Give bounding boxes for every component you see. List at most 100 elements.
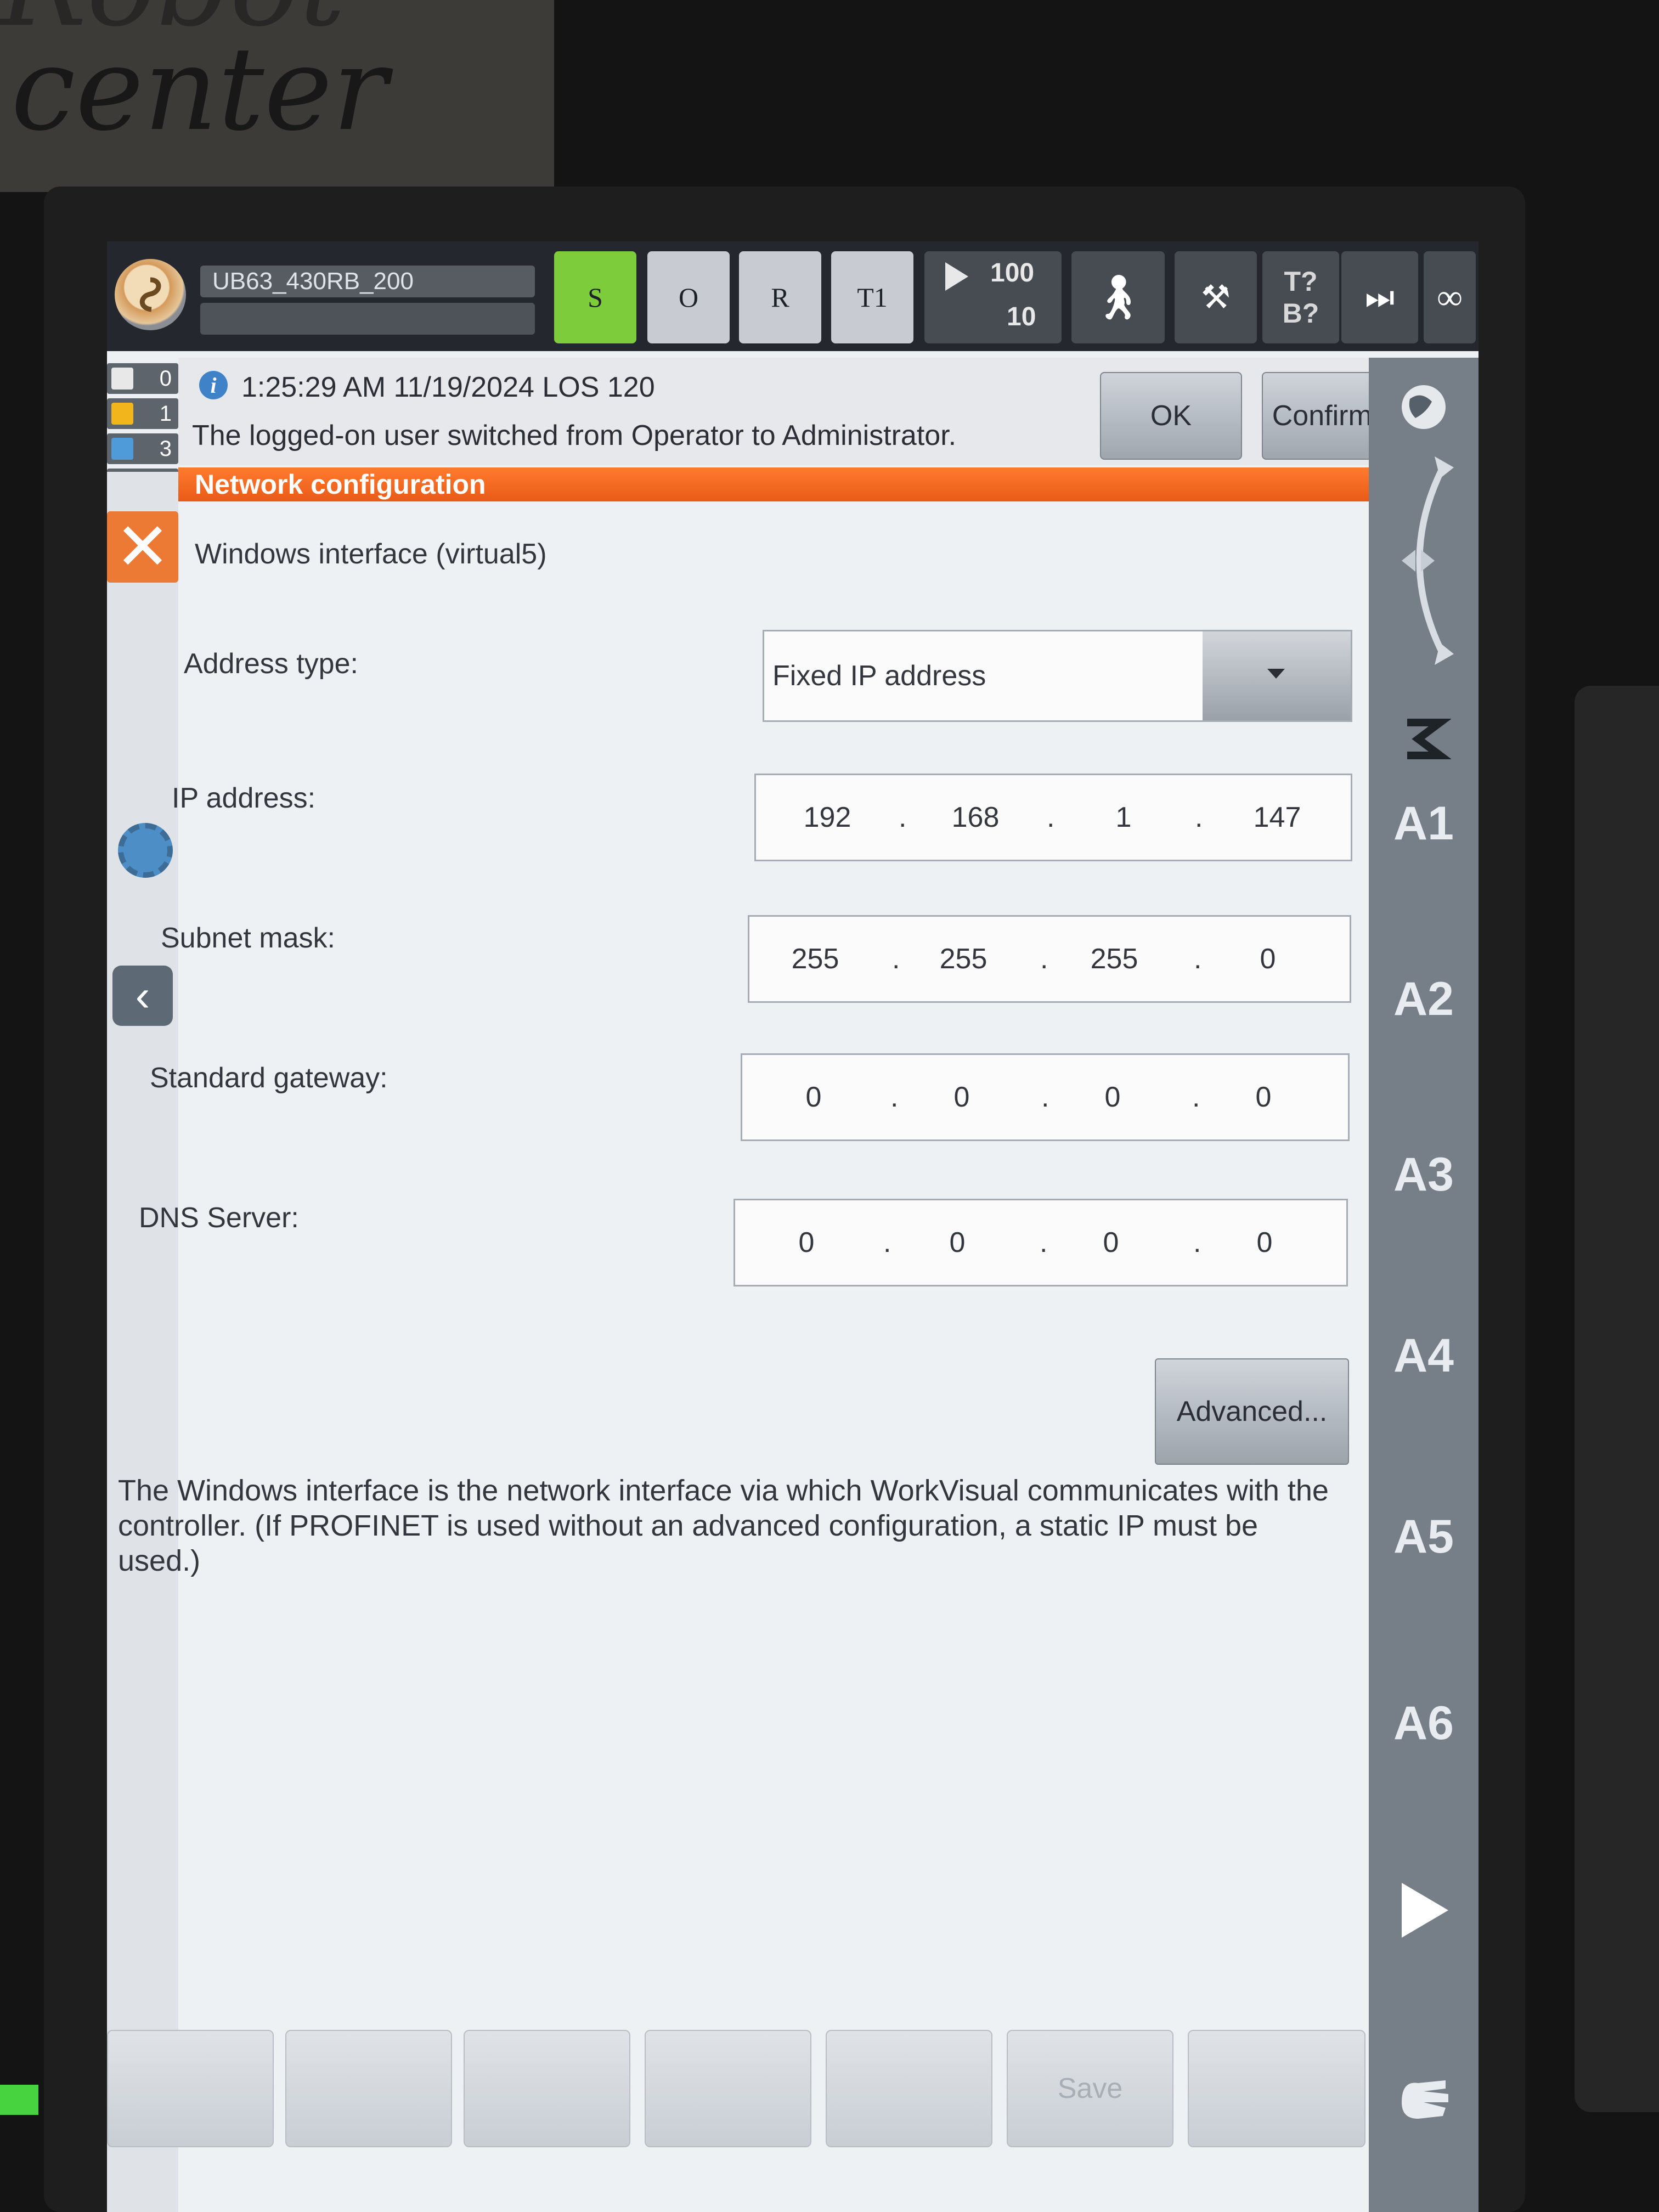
softkey-5[interactable]	[826, 2030, 992, 2147]
help-description: The Windows interface is the network int…	[118, 1474, 1329, 1577]
drives-button[interactable]: O	[647, 251, 730, 343]
octet-separator: .	[1047, 802, 1055, 833]
axis-a2-label: A2	[1393, 973, 1454, 1025]
info-icon: i	[199, 371, 228, 399]
smartpad-screen: UB63_430RB_200 S O R T1 100 10 🚶︎ ⚒ T? B…	[107, 241, 1479, 2212]
info-small-icon	[111, 438, 133, 460]
axis-a1-label: A1	[1393, 797, 1454, 850]
ip-octet-3[interactable]: 1	[1085, 775, 1162, 860]
base-indicator: B?	[1282, 298, 1319, 329]
octet-separator: .	[899, 802, 907, 833]
octet-separator: .	[1040, 1227, 1048, 1259]
play-icon	[945, 262, 968, 291]
ip-address-label: IP address:	[172, 782, 316, 814]
walking-figure-icon[interactable]: 🚶︎	[1071, 251, 1165, 343]
submit-interpreter-button[interactable]: S	[554, 251, 636, 343]
dns-octet-3[interactable]: 0	[1073, 1200, 1149, 1285]
dns-octet-4[interactable]: 0	[1226, 1200, 1303, 1285]
message-timestamp: 1:25:29 AM 11/19/2024 LOS 120	[241, 371, 655, 403]
sticker-line-2: center	[11, 22, 388, 156]
octet-separator: .	[890, 1081, 899, 1113]
octet-separator: .	[1192, 1081, 1200, 1113]
next-axes-arrow-icon[interactable]	[1396, 1877, 1451, 1943]
subnet-octet-2[interactable]: 255	[925, 917, 1002, 1001]
left-sidebar: ✕ ‹	[107, 472, 178, 2212]
interface-name: Windows interface (virtual5)	[195, 538, 547, 570]
jog-keys-bar: A1 A2 A3 A4 A5 A6	[1369, 358, 1479, 2212]
subnet-octet-4[interactable]: 0	[1229, 917, 1306, 1001]
message-window: i 1:25:29 AM 11/19/2024 LOS 120 The logg…	[178, 358, 1419, 465]
jog-mode-icon[interactable]	[1391, 456, 1457, 665]
ip-octet-4[interactable]: 147	[1239, 775, 1316, 860]
close-icon[interactable]: ✕	[107, 511, 178, 583]
axis-a6-label: A6	[1393, 1697, 1454, 1750]
octet-separator: .	[1040, 943, 1048, 975]
warning-icon	[111, 403, 133, 425]
message-counter-warning[interactable]: 1	[107, 398, 178, 429]
softkey-1[interactable]	[107, 2030, 274, 2147]
gateway-octet-1[interactable]: 0	[775, 1055, 852, 1139]
dropdown-button[interactable]	[1203, 631, 1351, 720]
save-button[interactable]: Save	[1007, 2030, 1173, 2147]
robot-status-field	[200, 303, 535, 335]
gateway-octet-2[interactable]: 0	[923, 1055, 1000, 1139]
ack-icon	[111, 368, 133, 390]
softkey-3[interactable]	[464, 2030, 630, 2147]
globe-icon[interactable]	[1393, 380, 1454, 435]
axis-a3-label: A3	[1393, 1148, 1454, 1201]
message-text: The logged-on user switched from Operato…	[192, 420, 957, 452]
tool-base-button[interactable]: T? B?	[1262, 251, 1339, 343]
gateway-field[interactable]: 0 . 0 . 0 . 0	[741, 1053, 1350, 1141]
subnet-octet-3[interactable]: 255	[1076, 917, 1153, 1001]
status-bar: UB63_430RB_200 S O R T1 100 10 🚶︎ ⚒ T? B…	[107, 241, 1479, 351]
subnet-mask-field[interactable]: 255 . 255 . 255 . 0	[748, 915, 1351, 1003]
run-mode-icon[interactable]: ⏭	[1341, 251, 1418, 343]
ip-octet-2[interactable]: 168	[937, 775, 1014, 860]
octet-separator: .	[1195, 802, 1203, 833]
octet-separator: .	[892, 943, 900, 975]
octet-separator: .	[883, 1227, 891, 1259]
gear-icon[interactable]	[118, 823, 173, 878]
address-type-label: Address type:	[184, 648, 358, 680]
status-led	[0, 2085, 38, 2115]
tool-indicator: T?	[1284, 266, 1318, 297]
octet-separator: .	[1041, 1081, 1049, 1113]
override-button[interactable]: 100 10	[924, 251, 1062, 343]
chevron-down-icon	[1267, 669, 1285, 679]
robot-name[interactable]: UB63_430RB_200	[200, 266, 535, 297]
tool-icon[interactable]: ⚒	[1175, 251, 1257, 343]
program-override: 100	[990, 258, 1035, 287]
message-counter-ack[interactable]: 0	[107, 363, 178, 394]
operating-mode-button[interactable]: T1	[831, 251, 913, 343]
ok-button[interactable]: OK	[1100, 372, 1242, 460]
softkey-7[interactable]	[1188, 2030, 1365, 2147]
subnet-mask-label: Subnet mask:	[161, 922, 335, 954]
page-title: Network configuration	[178, 467, 1369, 501]
advanced-button[interactable]: Advanced...	[1155, 1358, 1349, 1465]
octet-separator: .	[1193, 1227, 1201, 1259]
incremental-jog-button[interactable]: ∞	[1424, 251, 1476, 343]
main-menu-logo-icon[interactable]	[115, 259, 186, 330]
dns-octet-2[interactable]: 0	[919, 1200, 996, 1285]
address-type-value: Fixed IP address	[772, 660, 986, 692]
ip-octet-1[interactable]: 192	[789, 775, 866, 860]
dns-server-field[interactable]: 0 . 0 . 0 . 0	[733, 1199, 1348, 1286]
axis-a4-label: A4	[1393, 1329, 1454, 1382]
ip-address-field[interactable]: 192 . 168 . 1 . 147	[754, 774, 1352, 861]
address-type-select[interactable]: Fixed IP address	[763, 630, 1352, 722]
axis-a5-label: A5	[1393, 1510, 1454, 1563]
jog-override: 10	[1007, 302, 1036, 331]
message-counter-info[interactable]: 3	[107, 433, 178, 464]
gear-back-icon[interactable]: ‹	[112, 966, 173, 1026]
gateway-label: Standard gateway:	[150, 1062, 388, 1094]
gateway-octet-4[interactable]: 0	[1225, 1055, 1302, 1139]
axis-coordinate-icon[interactable]	[1396, 712, 1451, 766]
pendant-edge	[1575, 686, 1659, 2112]
dns-octet-1[interactable]: 0	[768, 1200, 845, 1285]
softkey-2[interactable]	[285, 2030, 452, 2147]
gateway-octet-3[interactable]: 0	[1074, 1055, 1151, 1139]
softkey-4[interactable]	[645, 2030, 811, 2147]
hand-icon[interactable]	[1391, 2069, 1457, 2130]
subnet-octet-1[interactable]: 255	[777, 917, 854, 1001]
robot-interpreter-button[interactable]: R	[739, 251, 821, 343]
